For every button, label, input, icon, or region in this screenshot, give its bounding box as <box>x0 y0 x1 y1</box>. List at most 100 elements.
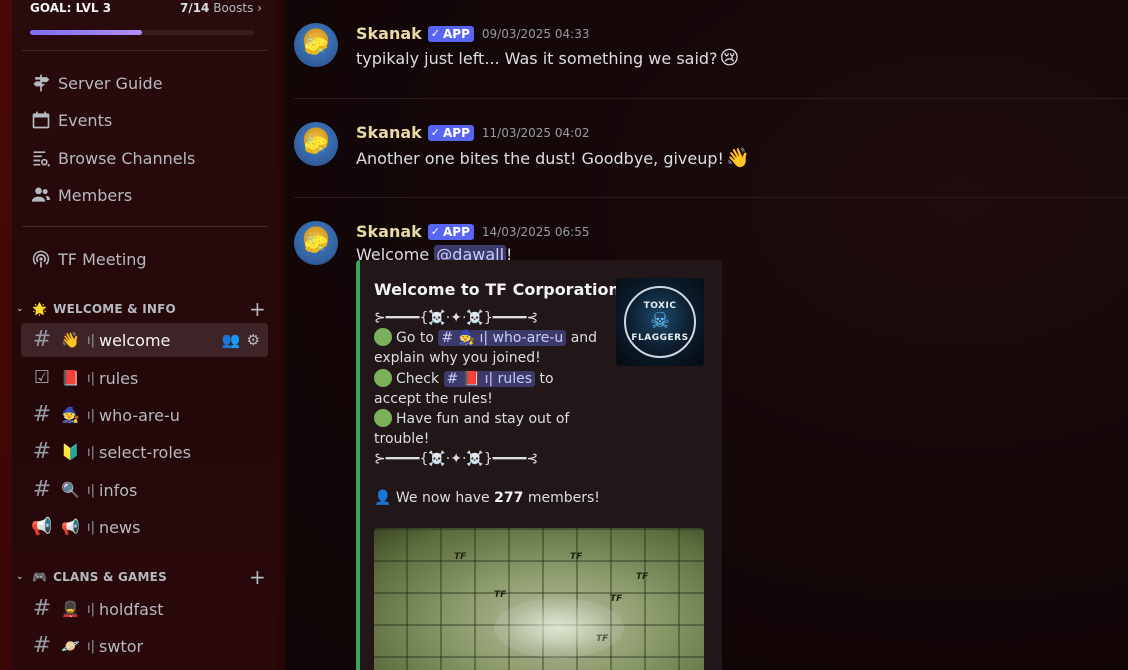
channel-name: infos <box>99 480 138 500</box>
nav-server-guide[interactable]: Server Guide <box>20 66 268 100</box>
guard-emoji-icon: 💂 <box>61 600 80 618</box>
gear-icon[interactable]: ⚙ <box>247 331 260 349</box>
signpost-icon <box>30 72 52 94</box>
divider <box>22 226 268 227</box>
message-content: typikaly just left... Was it something w… <box>356 47 740 69</box>
embed-divider: ⊱━━━━{☠️·✦·☠️}━━━━⊰ <box>374 451 539 468</box>
beginner-emoji-icon: 🔰 <box>61 443 80 461</box>
message-author[interactable]: Skanak <box>356 222 422 241</box>
calendar-icon <box>30 109 52 131</box>
app-badge: ✓ APP <box>427 223 474 240</box>
announcement-icon: 📢 <box>31 516 53 537</box>
channel-separator: ı| <box>87 482 95 498</box>
embed-divider: ⊱━━━━{☠️·✦·☠️}━━━━⊰ <box>374 310 539 326</box>
message-timestamp: 14/03/2025 06:55 <box>481 224 590 239</box>
server-rail-edge <box>0 0 12 670</box>
boost-progress-fill <box>30 30 142 35</box>
stage-icon <box>30 248 52 270</box>
stage-label: TF Meeting <box>58 249 147 269</box>
boost-goal-title: GOAL: LVL 3 <box>30 1 112 15</box>
smoke-cloud <box>494 598 624 658</box>
boost-progress-bar <box>30 30 254 35</box>
channel-name: who-are-u <box>99 405 180 425</box>
message-author[interactable]: Skanak <box>356 123 422 142</box>
nav-members[interactable]: Members <box>20 178 268 212</box>
member-count: 277 <box>494 490 524 506</box>
boost-count: 7/14 Boosts › <box>179 1 262 15</box>
checkmark-icon: ✓ <box>430 126 441 139</box>
channel-infos[interactable]: # 🔍 ı| infos <box>21 473 268 507</box>
avatar[interactable]: 🧽 <box>294 221 338 265</box>
channel-name: holdfast <box>99 599 164 619</box>
category-clans-games[interactable]: ⌄ 🎮 CLANS & GAMES + <box>16 565 270 589</box>
stage-channel-tf-meeting[interactable]: TF Meeting <box>20 242 268 276</box>
channel-separator: ı| <box>87 332 95 348</box>
channel-separator: ı| <box>87 370 95 386</box>
chevron-right-icon: › <box>257 1 262 15</box>
create-invite-icon[interactable]: 👥 <box>222 331 241 349</box>
hash-icon: # <box>32 402 52 427</box>
hash-icon: # <box>32 596 52 621</box>
member-count-line: 👤 We now have 277 members! <box>374 490 600 506</box>
planet-emoji-icon: 🪐 <box>61 637 80 655</box>
member-emoji-icon: 👤 <box>374 490 392 506</box>
channel-separator: ı| <box>87 601 95 617</box>
app-badge: ✓ APP <box>427 25 474 42</box>
toxic-flaggers-logo[interactable]: TOXIC ☠ FLAGGERS <box>616 278 704 366</box>
channel-separator: ı| <box>87 519 95 535</box>
channel-mention-who-are-u[interactable]: # 🧙 ı| who-are-u <box>438 330 567 347</box>
channel-mention-rules[interactable]: # 📕 ı| rules <box>443 370 536 387</box>
channel-name: swtor <box>99 636 144 656</box>
chat-area: 🧽 Skanak ✓ APP 09/03/2025 04:33 typikaly … <box>286 0 1128 670</box>
channel-sidebar: GOAL: LVL 3 7/14 Boosts › Server Guide E… <box>12 0 276 670</box>
green-circle-icon <box>374 409 392 428</box>
channel-holdfast[interactable]: # 💂 ı| holdfast <box>21 592 268 626</box>
nav-label: Members <box>58 185 133 205</box>
gamepad-emoji-icon: 🎮 <box>32 570 48 584</box>
embed-image[interactable]: TF TF TF TF TF TF <box>374 528 704 670</box>
category-name: WELCOME & INFO <box>53 302 176 316</box>
add-channel-button[interactable]: + <box>249 565 266 589</box>
sidebar-border <box>276 0 286 670</box>
crying-emoji-icon: 😢 <box>719 47 740 69</box>
mage-emoji-icon: 🧙 <box>61 406 80 424</box>
wave-emoji-icon: 👋 <box>61 331 80 349</box>
add-channel-button[interactable]: + <box>249 297 266 321</box>
green-circle-icon <box>374 368 392 387</box>
avatar[interactable]: 🧽 <box>294 122 338 166</box>
message-author[interactable]: Skanak <box>356 24 422 43</box>
nav-label: Server Guide <box>58 73 163 93</box>
message-timestamp: 11/03/2025 04:02 <box>481 125 590 140</box>
channel-select-roles[interactable]: # 🔰 ı| select-roles <box>21 435 268 469</box>
channel-name: welcome <box>99 330 171 350</box>
nav-browse-channels[interactable]: Browse Channels <box>20 141 268 175</box>
magnifier-emoji-icon: 🔍 <box>61 481 80 499</box>
members-icon <box>30 184 52 206</box>
book-emoji-icon: 📕 <box>61 369 80 387</box>
hash-icon: # <box>32 477 52 502</box>
channel-name: select-roles <box>99 442 191 462</box>
channel-rules[interactable]: ☑ 📕 ı| rules <box>21 361 268 395</box>
embed-title: Welcome to TF Corporation! <box>374 280 628 299</box>
channel-who-are-u[interactable]: # 🧙 ı| who-are-u <box>21 398 268 432</box>
hash-icon: # <box>32 633 52 658</box>
channel-welcome[interactable]: # 👋 ı| welcome 👥 ⚙ <box>21 323 268 357</box>
message-timestamp: 09/03/2025 04:33 <box>481 26 590 41</box>
star-emoji-icon: 🌟 <box>32 302 48 316</box>
nav-events[interactable]: Events <box>20 103 268 137</box>
megaphone-emoji-icon: 📢 <box>61 518 80 536</box>
channel-swtor[interactable]: # 🪐 ı| swtor <box>21 629 268 663</box>
checkmark-icon: ✓ <box>430 27 441 40</box>
channel-separator: ı| <box>87 444 95 460</box>
message-divider <box>294 98 1128 99</box>
wave-emoji-icon: 👋 <box>725 147 750 169</box>
browse-channels-icon <box>30 147 52 169</box>
boost-goal[interactable]: GOAL: LVL 3 7/14 Boosts › <box>30 0 262 40</box>
channel-news[interactable]: 📢 📢 ı| news <box>21 510 268 544</box>
category-welcome-info[interactable]: ⌄ 🌟 WELCOME & INFO + <box>16 297 270 321</box>
welcome-embed: Welcome to TF Corporation! TOXIC ☠ FLAGG… <box>356 260 722 670</box>
app-badge: ✓ APP <box>427 124 474 141</box>
chevron-down-icon: ⌄ <box>16 572 24 582</box>
avatar[interactable]: 🧽 <box>294 23 338 67</box>
green-circle-icon <box>374 328 392 347</box>
